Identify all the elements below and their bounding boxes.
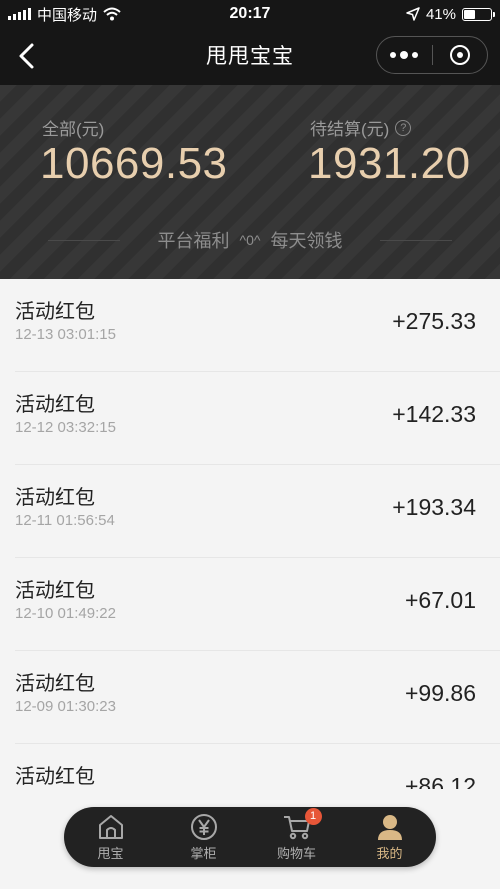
total-label-text: 全部(元) — [42, 120, 105, 139]
target-icon — [449, 45, 470, 65]
location-arrow-icon — [406, 7, 420, 21]
tab-label: 掌柜 — [190, 846, 217, 861]
welfare-left-text: 平台福利 — [157, 231, 230, 251]
list-item[interactable]: 活动红包 12-12 03:32:15 +142.33 — [0, 372, 500, 465]
tab-label: 甩宝 — [97, 846, 124, 861]
record-title: 活动红包 — [15, 766, 95, 788]
battery-icon — [462, 7, 495, 21]
battery-fill — [464, 9, 476, 19]
record-time: 12-13 03:01:15 — [15, 326, 116, 343]
record-amount: +99.86 — [405, 680, 476, 706]
carrier-name: 中国移动 — [37, 6, 98, 24]
record-title: 活动红包 — [15, 580, 95, 602]
list-item[interactable]: 活动红包 +86.12 — [0, 744, 500, 789]
close-mini-program-button[interactable] — [433, 37, 488, 73]
tab-home[interactable]: 甩宝 — [64, 807, 157, 867]
status-bar: 中国移动 20:17 41% — [0, 0, 500, 28]
battery-percent: 41% — [425, 5, 456, 23]
record-title: 活动红包 — [15, 487, 95, 509]
record-title: 活动红包 — [15, 301, 95, 323]
record-amount: +193.34 — [392, 494, 476, 520]
list-item[interactable]: 活动红包 12-09 01:30:23 +99.86 — [0, 651, 500, 744]
more-dot — [400, 51, 409, 59]
pending-label-text: 待结算(元) — [310, 120, 390, 139]
tab-label: 我的 — [376, 846, 403, 861]
cart-badge: 1 — [304, 808, 322, 825]
record-time: 12-10 01:49:22 — [15, 605, 116, 622]
more-button[interactable] — [377, 37, 432, 73]
record-amount: +142.33 — [392, 401, 476, 427]
tab-mine[interactable]: 我的 — [343, 807, 436, 867]
record-title: 活动红包 — [15, 673, 95, 695]
user-icon — [377, 815, 402, 840]
help-icon[interactable]: ? — [395, 119, 412, 136]
welfare-right-text: 每天领钱 — [270, 231, 343, 251]
record-list[interactable]: 活动红包 12-13 03:01:15 +275.33 活动红包 12-12 0… — [0, 279, 500, 789]
list-item[interactable]: 活动红包 12-10 01:49:22 +67.01 — [0, 558, 500, 651]
record-time: 12-11 01:56:54 — [15, 512, 115, 529]
record-amount: +67.01 — [405, 587, 476, 613]
pending-value: 1931.20 — [308, 139, 471, 188]
tab-cart[interactable]: 1 购物车 — [250, 807, 343, 867]
record-time: 12-12 03:32:15 — [15, 419, 116, 436]
wifi-icon — [103, 7, 121, 21]
tab-bar: 甩宝 掌柜 1 购物车 我的 — [64, 807, 436, 867]
record-amount: +275.33 — [392, 308, 476, 334]
tab-shopkeeper[interactable]: 掌柜 — [157, 807, 250, 867]
total-value: 10669.53 — [40, 139, 228, 188]
list-item[interactable]: 活动红包 12-11 01:56:54 +193.34 — [0, 465, 500, 558]
list-item[interactable]: 活动红包 12-13 03:01:15 +275.33 — [0, 279, 500, 372]
yen-icon — [190, 814, 217, 840]
record-time: 12-09 01:30:23 — [15, 698, 116, 715]
more-dot — [412, 52, 419, 58]
record-amount: +86.12 — [405, 773, 476, 789]
tab-label: 购物车 — [276, 846, 316, 861]
chevron-left-icon — [19, 43, 34, 69]
status-right: 41% — [406, 0, 495, 28]
total-label: 全部(元) — [42, 115, 104, 140]
welfare-banner[interactable]: 平台福利 ^0^ 每天领钱 — [0, 225, 500, 255]
record-title: 活动红包 — [15, 394, 95, 416]
more-dot — [390, 52, 397, 58]
pending-label: 待结算(元) ? — [310, 115, 412, 140]
mini-program-capsule — [376, 36, 488, 74]
welfare-emote: ^0^ — [239, 232, 261, 248]
nav-bar: 甩甩宝宝 — [0, 28, 500, 85]
status-left: 中国移动 — [0, 4, 121, 25]
back-button[interactable] — [10, 38, 46, 74]
home-icon — [98, 815, 123, 839]
signal-icon — [8, 8, 31, 20]
balance-panel: 全部(元) 10669.53 待结算(元) ? 1931.20 平台福利 ^0^… — [0, 85, 500, 279]
